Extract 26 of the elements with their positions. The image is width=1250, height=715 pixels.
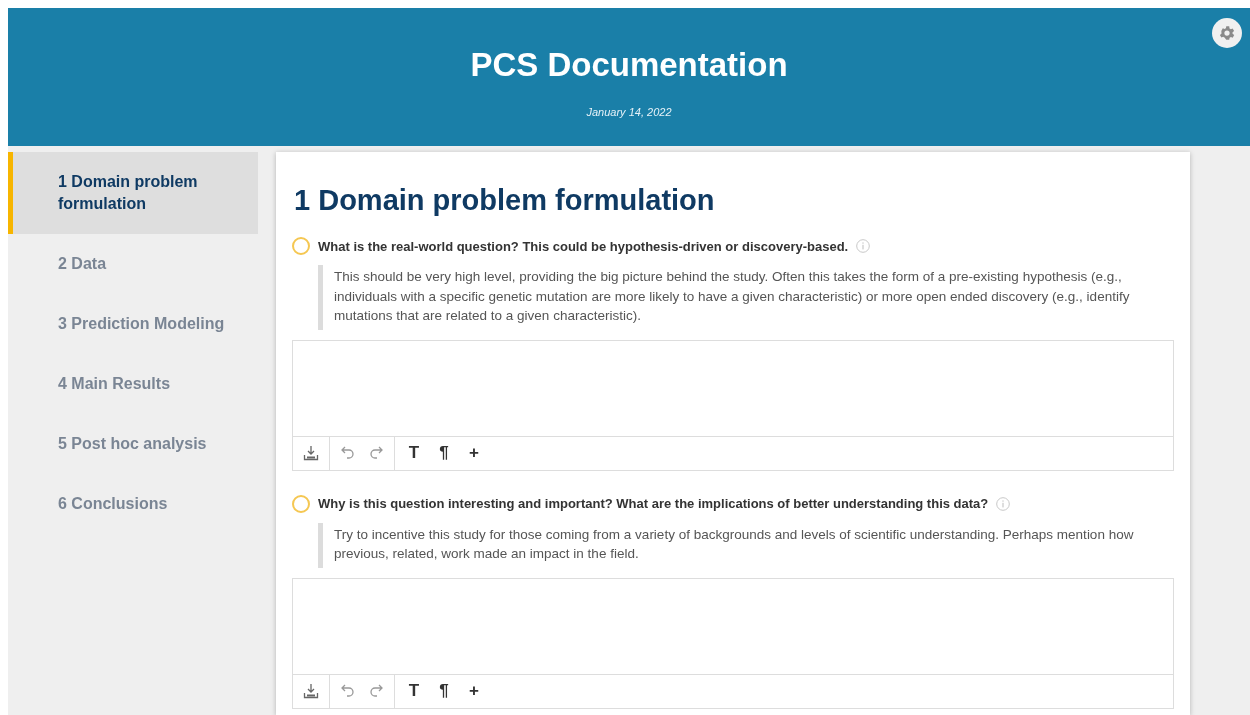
undo-icon: [340, 683, 356, 699]
info-icon[interactable]: [856, 239, 871, 253]
question-text: What is the real-world question? This could be hypothesis-driven or discovery-based.: [318, 238, 849, 254]
format-button[interactable]: ¶: [433, 441, 455, 465]
section-title: 1 Domain problem formulation: [294, 184, 716, 217]
format-button[interactable]: T: [403, 441, 425, 465]
save-button[interactable]: [301, 443, 321, 463]
redo-icon: [368, 445, 384, 461]
settings-icon: [1218, 24, 1236, 42]
page-title: PCS Documentation: [470, 46, 788, 84]
undo-icon: [340, 445, 356, 461]
hint-text: This should be very high level, providing the big picture behind the study. Often this takes the form of a pre-existing hypothesis (e.g., individuals with a specific genetic mutation are more likely to have a given characteristic) or more open ended discovery (e.g., identify mutations that are related to a given characteristic).: [318, 265, 1174, 330]
info-icon[interactable]: [996, 496, 1011, 511]
question-text: Why is this question interesting and important? What are the implications of better understanding this data?: [318, 496, 989, 511]
page-date: January 14, 2022: [586, 106, 672, 118]
format-button[interactable]: +: [463, 679, 485, 703]
format-button[interactable]: ¶: [433, 679, 455, 703]
settings-button[interactable]: [1212, 18, 1242, 48]
format-button[interactable]: +: [463, 441, 485, 465]
format-button[interactable]: T: [403, 679, 425, 703]
hint-text: Try to incentive this study for those coming from a variety of backgrounds and levels of scientific understanding. Perhaps mention how previous, related, work made an impact in the field.: [318, 522, 1174, 568]
download-icon: [303, 683, 319, 699]
save-button[interactable]: [301, 681, 321, 701]
download-icon: [303, 445, 319, 461]
redo-icon: [368, 683, 384, 699]
sidebar-item[interactable]: 1 Domain problem formulation: [8, 152, 258, 234]
